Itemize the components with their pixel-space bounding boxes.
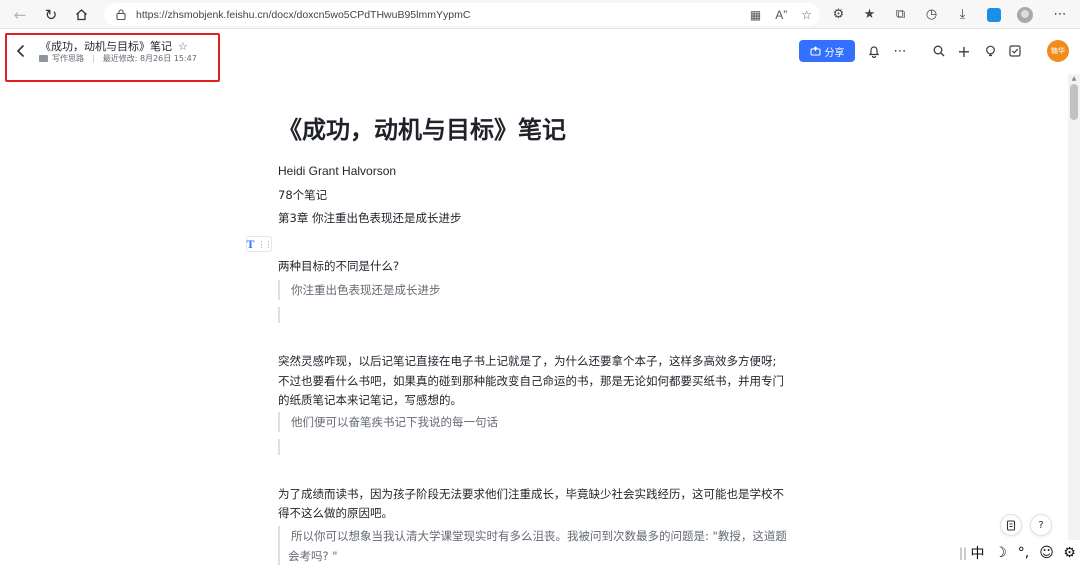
paragraph-line[interactable]: 突然灵感咋现，以后记笔记直接在电子书上记就是了，为什么还要拿个本子，这样多高效多… [278,351,776,371]
lightbulb-icon[interactable] [979,40,1001,62]
quote-block[interactable]: 他们便可以奋笔疾书记下我说的每一句话 [278,412,498,432]
url-text[interactable]: https://zhsmobjenk.feishu.cn/docx/doxcn5… [136,9,470,21]
folder-name[interactable]: 写作思路 [52,53,84,64]
paragraph-line[interactable]: 得不这么做的原因吧。 [278,503,393,523]
refresh-icon[interactable]: ↻ [36,0,66,29]
quote-line: 会考吗? " [288,549,338,563]
doc-title[interactable]: 《成功，动机与目标》笔记 [40,38,172,54]
emoji-icon[interactable]: ☺ [1036,545,1057,561]
lock-icon[interactable] [114,8,128,22]
author-text[interactable]: Heidi Grant Halvorson [278,161,396,181]
quote-line: 所以你可以想象当我认清大学课堂现实时有多么沮丧。我被问到次数最多的问题是: "教… [291,529,787,543]
translate-icon[interactable]: ▦ [750,8,761,22]
collections-icon[interactable]: ⧉ [885,0,916,29]
folder-icon [39,55,48,62]
home-icon[interactable] [66,0,96,29]
doc-meta: 写作思路 | 最近修改: 8月26日 15:47 [39,53,197,64]
note-count-text[interactable]: 78个笔记 [278,185,327,205]
chapter-text[interactable]: 第3章 你注重出色表现还是成长进步 [278,208,461,228]
paragraph-line[interactable]: 的纸质笔记本来记笔记，写感想的。 [278,390,462,410]
add-icon[interactable]: + [953,40,975,62]
moon-icon[interactable]: ☽ [990,545,1011,561]
quote-block[interactable]: 你注重出色表现还是成长进步 [278,280,441,300]
scroll-up-arrow-icon[interactable]: ▲ [1070,76,1078,82]
address-bar[interactable]: https://zhsmobjenk.feishu.cn/docx/doxcn5… [104,3,820,26]
scrollbar-thumb[interactable] [1070,84,1078,120]
meta-divider: | [92,54,95,63]
history-icon[interactable]: ◷ [916,0,947,29]
share-button[interactable]: 分享 [799,40,855,62]
empty-quote-block[interactable] [278,307,280,323]
help-icon[interactable]: ? [1030,514,1052,536]
empty-quote-block[interactable] [278,439,280,455]
scrollbar-track[interactable] [1068,74,1080,565]
paragraph-line[interactable]: 为了成绩而读书，因为孩子阶段无法要求他们注重成长，毕竟缺少社会实践经历，这可能也… [278,484,784,504]
bell-icon[interactable] [863,40,885,62]
read-aloud-icon[interactable]: A” [775,8,787,22]
back-icon[interactable]: ← [5,0,35,29]
ime-toolbar: || 中 ☽ °, ☺ ⚙ [955,540,1080,565]
block-type-handle[interactable]: T ⋮⋮ [246,236,273,252]
doc-title-row: 《成功，动机与目标》笔记 ☆ [40,38,188,54]
drag-handle-icon[interactable]: ⋮⋮ [258,240,273,249]
catalog-icon[interactable] [1000,514,1022,536]
edge-icon[interactable] [978,0,1009,29]
more-options-icon[interactable]: ⋯ [889,40,911,62]
ime-language-toggle[interactable]: 中 [967,543,988,563]
favorites-icon[interactable]: ★ [854,0,885,29]
grip-icon[interactable]: || [959,546,967,560]
download-icon[interactable]: ⤓ [947,0,978,29]
text-block-icon: T [246,236,255,251]
punctuation-icon[interactable]: °, [1013,545,1034,561]
star-icon[interactable]: ☆ [178,40,188,53]
browser-toolbar: ← ↻ https://zhsmobjenk.feishu.cn/docx/do… [0,0,1080,29]
more-icon[interactable]: ⋯ [1040,0,1080,29]
question-heading[interactable]: 两种目标的不同是什么? [278,256,399,276]
profile-icon[interactable] [1009,0,1040,29]
paragraph-line[interactable]: 不过也要看什么书吧，如果真的碰到那种能改变自己命运的书，那是无论如何都要买纸书，… [278,371,784,391]
last-modified: 最近修改: 8月26日 15:47 [102,54,197,63]
share-icon [809,46,821,56]
extension-icon[interactable]: ⚙ [823,0,854,29]
share-label: 分享 [824,47,845,59]
search-icon[interactable] [928,40,950,62]
favorite-add-icon[interactable]: ☆ [801,8,812,22]
settings-icon[interactable]: ⚙ [1059,545,1080,561]
page-title[interactable]: 《成功，动机与目标》笔记 [278,110,566,145]
quote-block[interactable]: 所以你可以想象当我认清大学课堂现实时有多么沮丧。我被问到次数最多的问题是: "教… [278,526,798,565]
avatar[interactable]: 糖华 [1047,40,1069,62]
chevron-left-icon[interactable] [12,40,30,62]
task-checkbox-icon[interactable] [1004,40,1026,62]
